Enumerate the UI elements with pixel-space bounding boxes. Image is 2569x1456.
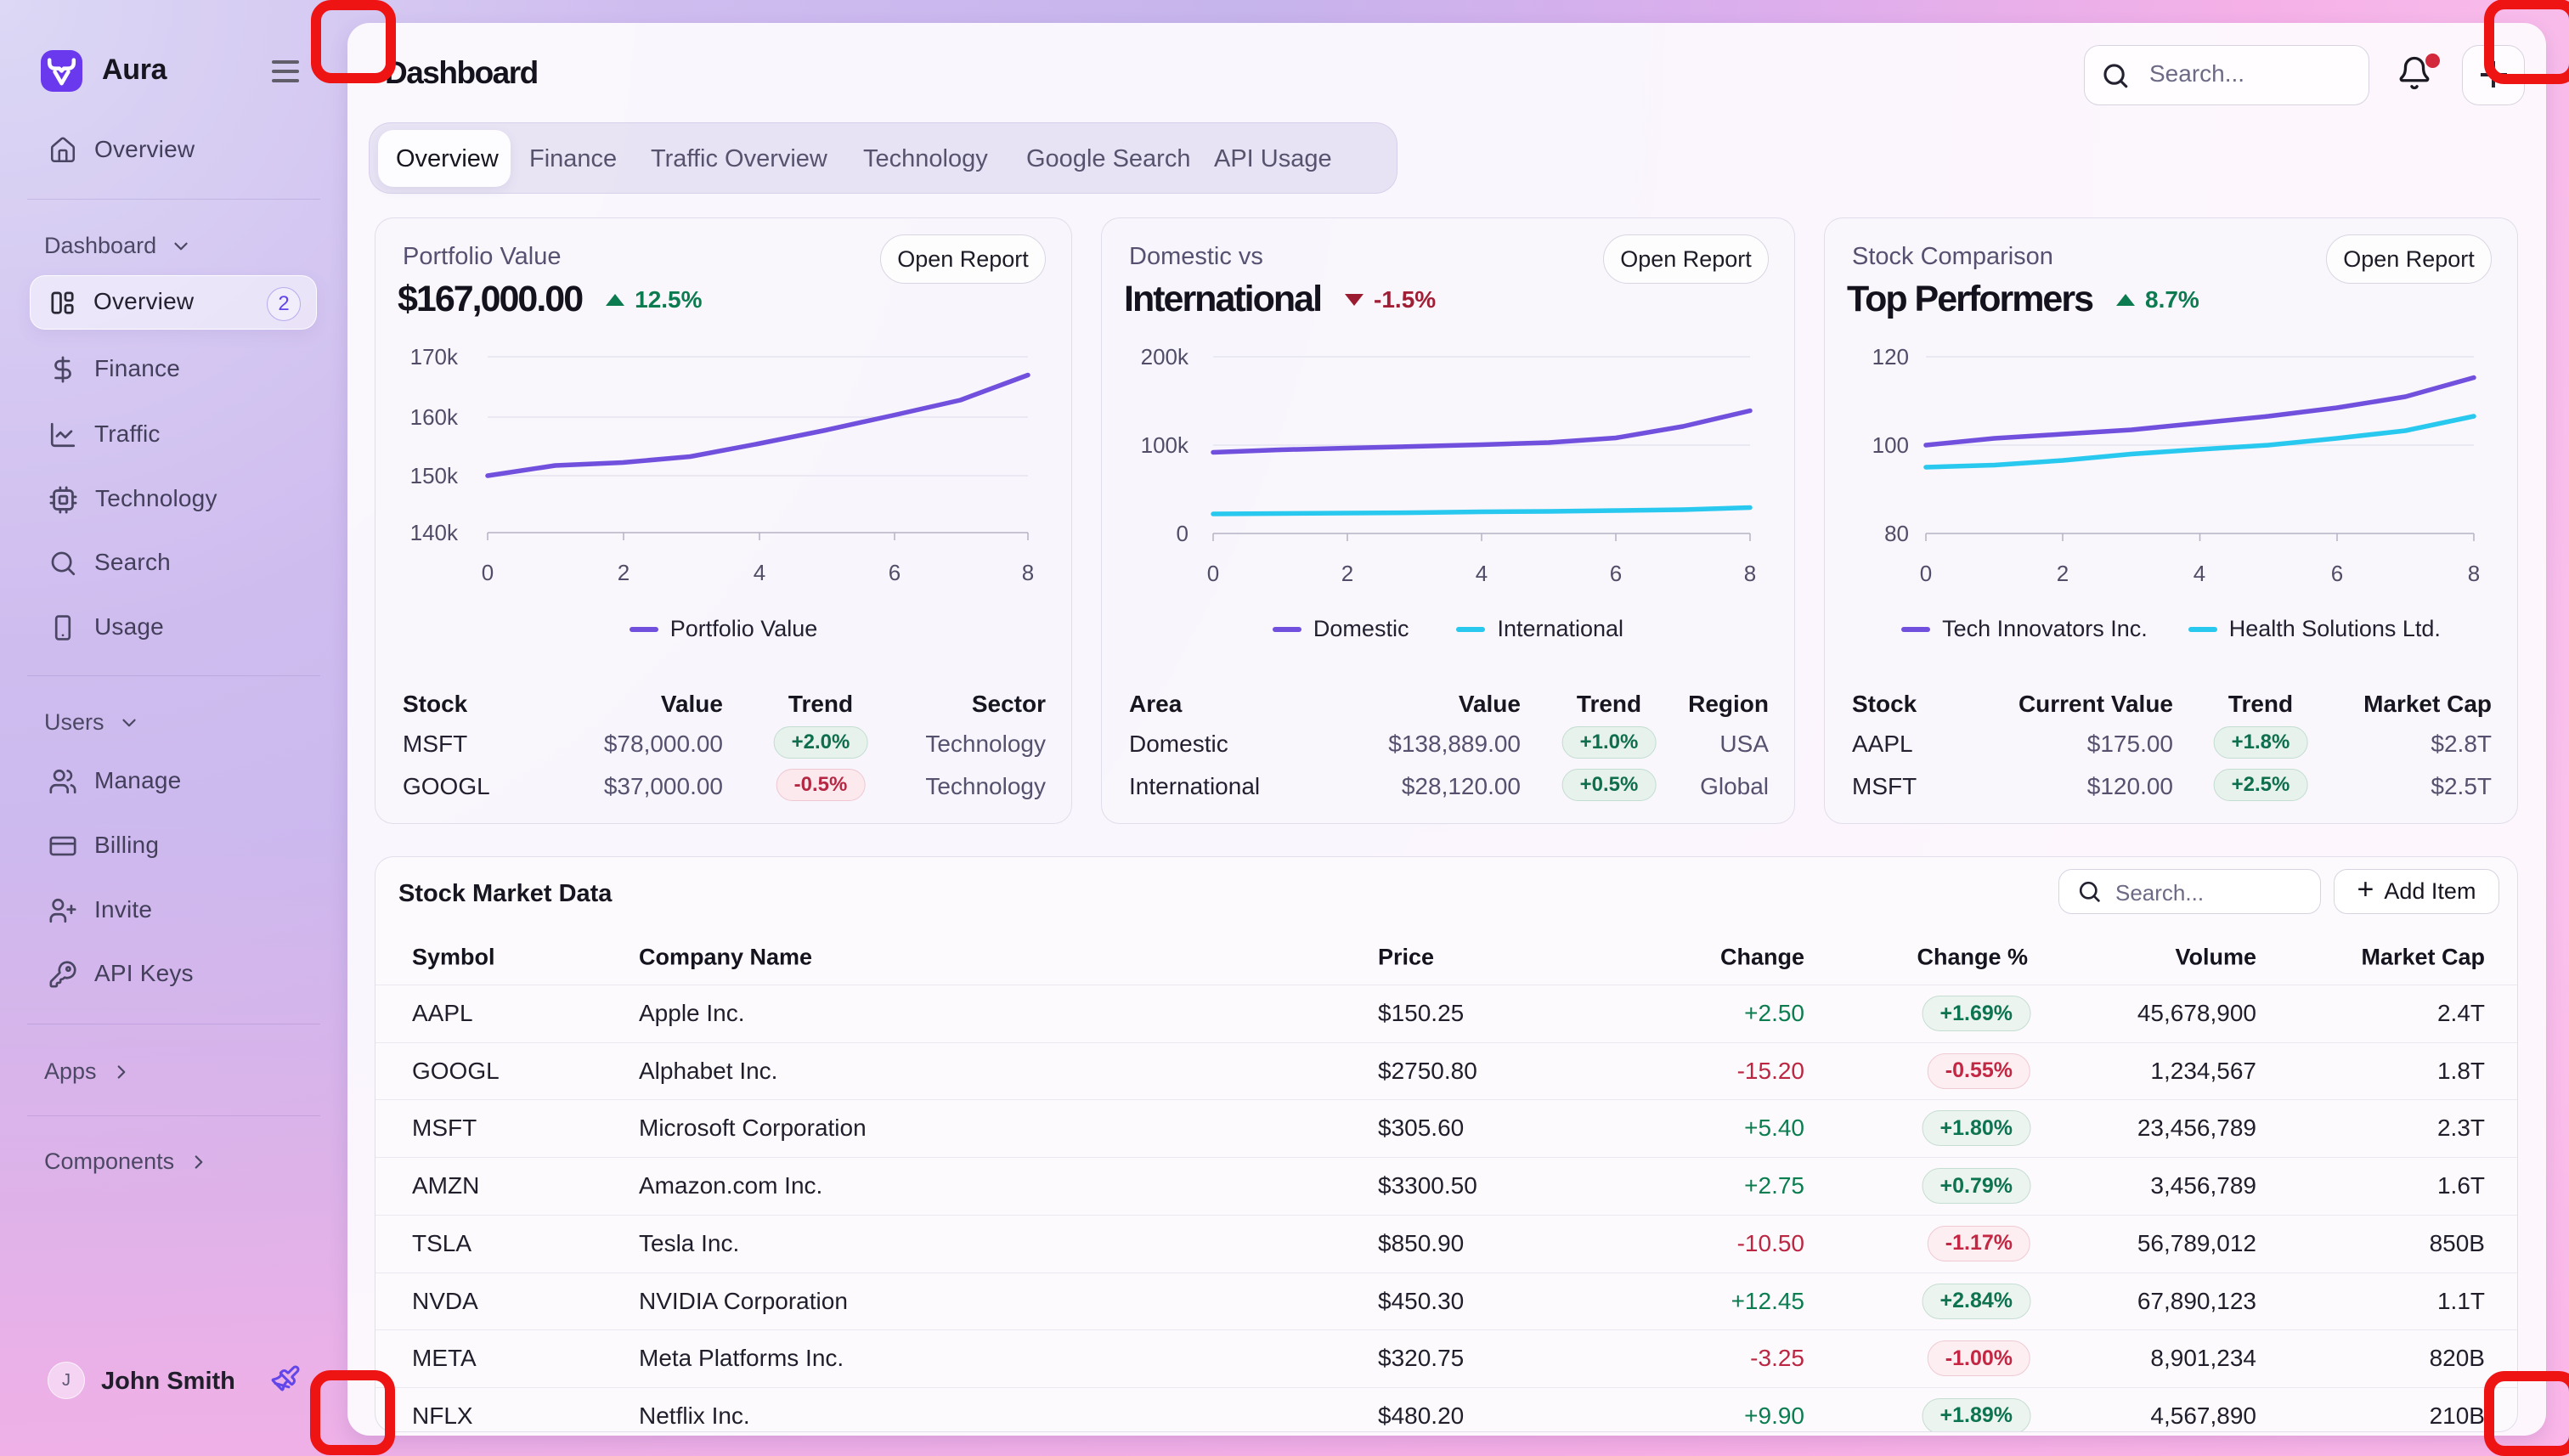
svg-text:0: 0 — [1207, 561, 1219, 586]
svg-text:8: 8 — [1744, 561, 1756, 586]
svg-text:120: 120 — [1872, 344, 1909, 370]
svg-text:4: 4 — [1476, 561, 1488, 586]
svg-text:2: 2 — [618, 560, 630, 585]
svg-text:2: 2 — [1341, 561, 1353, 586]
svg-text:150k: 150k — [410, 463, 459, 488]
svg-text:170k: 170k — [410, 344, 459, 370]
svg-text:100: 100 — [1872, 432, 1909, 458]
svg-text:6: 6 — [2331, 561, 2343, 586]
svg-text:0: 0 — [482, 560, 494, 585]
svg-text:0: 0 — [1920, 561, 1932, 586]
svg-text:80: 80 — [1884, 521, 1909, 546]
svg-text:6: 6 — [1610, 561, 1622, 586]
svg-text:140k: 140k — [410, 520, 459, 545]
svg-text:8: 8 — [2468, 561, 2480, 586]
svg-text:200k: 200k — [1141, 344, 1189, 370]
svg-text:4: 4 — [754, 560, 765, 585]
svg-text:160k: 160k — [410, 404, 459, 430]
svg-text:100k: 100k — [1141, 432, 1189, 458]
svg-text:6: 6 — [889, 560, 901, 585]
svg-text:4: 4 — [2194, 561, 2205, 586]
svg-text:0: 0 — [1177, 521, 1189, 546]
svg-text:8: 8 — [1022, 560, 1034, 585]
svg-text:2: 2 — [2057, 561, 2069, 586]
